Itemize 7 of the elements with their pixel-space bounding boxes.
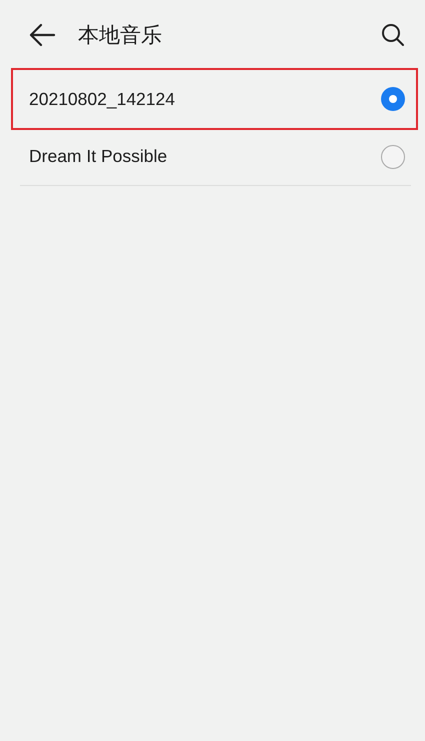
search-icon[interactable] [381,23,405,47]
back-arrow-icon[interactable] [28,23,56,47]
song-title[interactable]: 20210802_142124 [29,88,381,110]
page-title: 本地音乐 [78,22,163,49]
radio-button[interactable] [381,144,405,168]
song-title[interactable]: Dream It Possible [29,146,381,167]
radio-button[interactable] [381,87,405,111]
